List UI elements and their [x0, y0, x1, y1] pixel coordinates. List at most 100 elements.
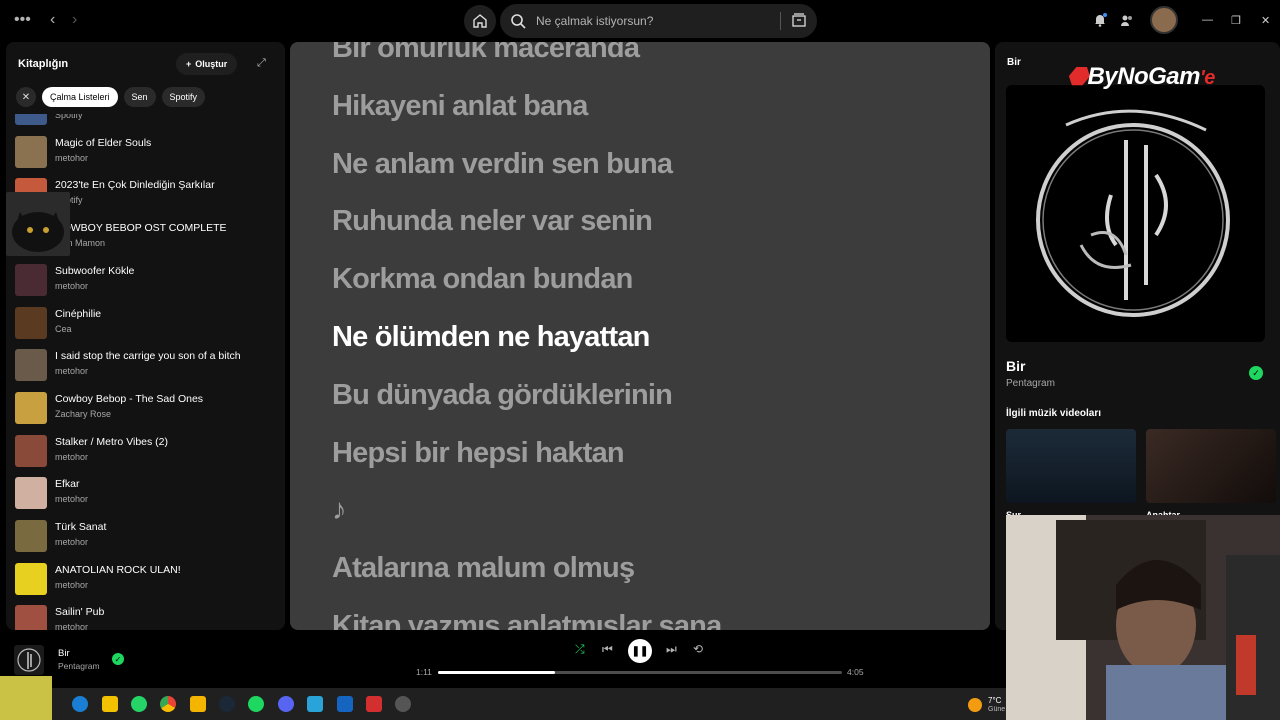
obs-icon[interactable] [395, 696, 411, 712]
playlist-cover [15, 114, 47, 125]
library-item[interactable]: Spotify [15, 114, 280, 128]
lyric-line[interactable]: Bu dünyada gördüklerinin [332, 379, 673, 412]
lyric-line-current[interactable]: Ne ölümden ne hayattan [332, 321, 650, 354]
expand-icon[interactable]: ⤢ [257, 57, 266, 70]
previous-icon[interactable]: ⏮ [602, 642, 613, 657]
library-item-name: ANATOLIAN ROCK ULAN! [55, 563, 181, 576]
friend-activity-icon[interactable] [1120, 13, 1134, 27]
pdf-reader-icon[interactable] [366, 696, 382, 712]
library-item[interactable]: Efkar metohor [15, 476, 280, 512]
library-item-owner: metohor [55, 152, 89, 163]
playlist-cover [15, 263, 47, 296]
library-item[interactable]: Stalker / Metro Vibes (2) metohor [15, 434, 280, 470]
library-item-name: COWBOY BEBOP OST COMPLETE [55, 222, 227, 235]
filter-chips: ✕ Çalma Listeleri Sen Spotify [16, 87, 206, 107]
library-item-name: Cinéphilie [55, 307, 102, 320]
notification-bell-icon[interactable] [1093, 13, 1107, 27]
forward-arrow-icon[interactable]: › [72, 11, 77, 29]
lyric-line[interactable]: ♪ [332, 494, 346, 527]
panel-artist[interactable]: Pentagram [1006, 378, 1055, 389]
discord-icon[interactable] [278, 696, 294, 712]
library-item[interactable]: Türk Sanat metohor [15, 519, 280, 555]
library-panel: Kitaplığın + Oluştur ⤢ ✕ Çalma Listeleri… [6, 42, 285, 630]
library-item[interactable]: Cowboy Bebop - The Sad Ones Zachary Rose [15, 391, 280, 427]
playlist-cover [15, 391, 47, 424]
weather-widget[interactable]: 7°C Güne [968, 694, 1006, 718]
mail-icon[interactable] [337, 696, 353, 712]
close-icon[interactable]: ✕ [1261, 14, 1270, 27]
browse-icon[interactable] [791, 12, 807, 28]
cat-photo-overlay [6, 192, 70, 256]
home-icon [473, 14, 487, 28]
next-icon[interactable]: ⏭ [666, 642, 677, 657]
library-item-owner: metohor [55, 280, 89, 291]
minimize-icon[interactable]: — [1202, 14, 1213, 26]
related-video-thumb[interactable] [1006, 429, 1136, 503]
plus-icon: + [186, 59, 192, 69]
library-item-owner: metohor [55, 579, 89, 590]
search-icon [511, 14, 526, 29]
shuffle-icon[interactable]: ⤮ [575, 642, 585, 657]
file-explorer-icon[interactable] [190, 696, 206, 712]
lyric-line[interactable]: Ruhunda neler var senin [332, 205, 653, 238]
avatar[interactable] [1150, 6, 1178, 34]
chrome-icon[interactable] [160, 696, 176, 712]
now-playing-bar: Bir Pentagram ✓ ⤮ ⏮ ❚❚ ⏭ ⟲ 1:11 4:05 [0, 635, 1006, 687]
liked-check-icon[interactable]: ✓ [112, 653, 124, 665]
library-item-name: Subwoofer Kökle [55, 264, 135, 277]
lyric-line[interactable]: Korkma ondan bundan [332, 263, 633, 296]
lyric-line[interactable]: Atalarına malum olmuş [332, 552, 635, 585]
library-item[interactable]: I said stop the carrige you son of a bit… [15, 348, 280, 384]
library-item-owner: metohor [55, 366, 89, 377]
lyric-line[interactable]: Hepsi bir hepsi haktan [332, 437, 625, 470]
progress-bar[interactable] [438, 671, 842, 674]
library-item[interactable]: Magic of Elder Souls metohor [15, 135, 280, 171]
library-title[interactable]: Kitaplığın [18, 58, 68, 70]
chip-spotify[interactable]: Spotify [161, 87, 206, 107]
app-icon[interactable] [307, 696, 323, 712]
clear-filter-icon[interactable]: ✕ [16, 87, 36, 107]
elapsed-time: 1:11 [416, 667, 432, 677]
pause-icon: ❚❚ [631, 645, 649, 657]
liked-check-icon[interactable]: ✓ [1249, 366, 1263, 380]
library-item[interactable]: Subwoofer Kökle metohor [15, 263, 280, 299]
search-input[interactable]: Ne çalmak istiyorsun? [536, 14, 653, 28]
chip-you[interactable]: Sen [123, 87, 156, 107]
back-arrow-icon[interactable]: ‹ [50, 11, 55, 29]
now-playing-cover[interactable] [14, 645, 44, 675]
top-bar: ••• ‹ › Ne çalmak istiyorsun? — ❐ ✕ [0, 0, 1280, 42]
chip-playlists[interactable]: Çalma Listeleri [42, 87, 118, 107]
sticky-notes-icon[interactable] [102, 696, 118, 712]
repeat-icon[interactable]: ⟲ [693, 642, 703, 656]
weather-temp: 7°C [988, 696, 1002, 705]
now-playing-panel-title: Bir [1007, 57, 1021, 68]
playlist-cover [15, 349, 47, 382]
create-button[interactable]: + Oluştur [176, 53, 238, 75]
steam-icon[interactable] [219, 696, 235, 712]
whatsapp-icon[interactable] [131, 696, 147, 712]
lyric-line[interactable]: Hikayeni anlat bana [332, 90, 588, 123]
library-item-name: Stalker / Metro Vibes (2) [55, 435, 169, 448]
home-button[interactable] [464, 5, 496, 37]
lyrics-panel: Bir ömürlük maceranda Hikayeni anlat bana… [290, 42, 990, 630]
lyric-line[interactable]: Ne anlam verdin sen buna [332, 148, 673, 181]
panel-song-title[interactable]: Bir [1006, 358, 1025, 374]
library-item-owner: metohor [55, 622, 89, 630]
search-bar[interactable]: Ne çalmak istiyorsun? [500, 4, 817, 38]
related-video-thumb[interactable] [1146, 429, 1276, 503]
spotify-icon[interactable] [248, 696, 264, 712]
now-playing-title[interactable]: Bir [58, 648, 70, 659]
library-item[interactable]: ANATOLIAN ROCK ULAN! metohor [15, 562, 280, 598]
webcam-overlay [1006, 515, 1280, 720]
library-item[interactable]: Cinéphilie Cea [15, 306, 280, 342]
lyric-line[interactable]: Bir ömürlük maceranda [332, 42, 640, 65]
edge-icon[interactable] [72, 696, 88, 712]
lyric-line[interactable]: Kitap yazmış anlatmışlar sana [332, 610, 722, 630]
library-item[interactable]: Sailin' Pub metohor [15, 604, 280, 630]
now-playing-artist[interactable]: Pentagram [58, 661, 100, 671]
library-item-name: Magic of Elder Souls [55, 136, 152, 149]
more-options-icon[interactable]: ••• [14, 11, 31, 29]
webcam-overlay-corner [0, 676, 52, 720]
pause-button[interactable]: ❚❚ [628, 639, 652, 663]
maximize-icon[interactable]: ❐ [1231, 14, 1241, 27]
